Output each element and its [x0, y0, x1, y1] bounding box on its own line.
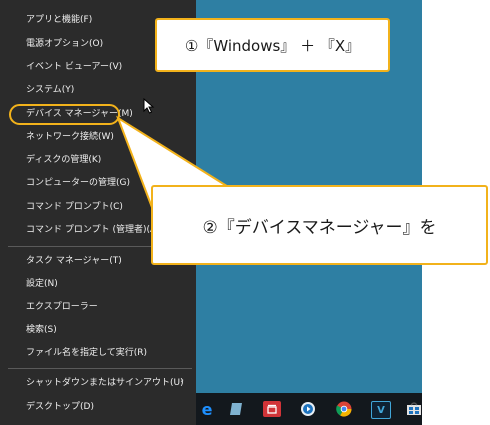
callout-step1: ①『Windows』 ＋ 『X』 — [155, 18, 390, 72]
callout-step2: ②『デバイスマネージャー』を — [151, 185, 488, 265]
